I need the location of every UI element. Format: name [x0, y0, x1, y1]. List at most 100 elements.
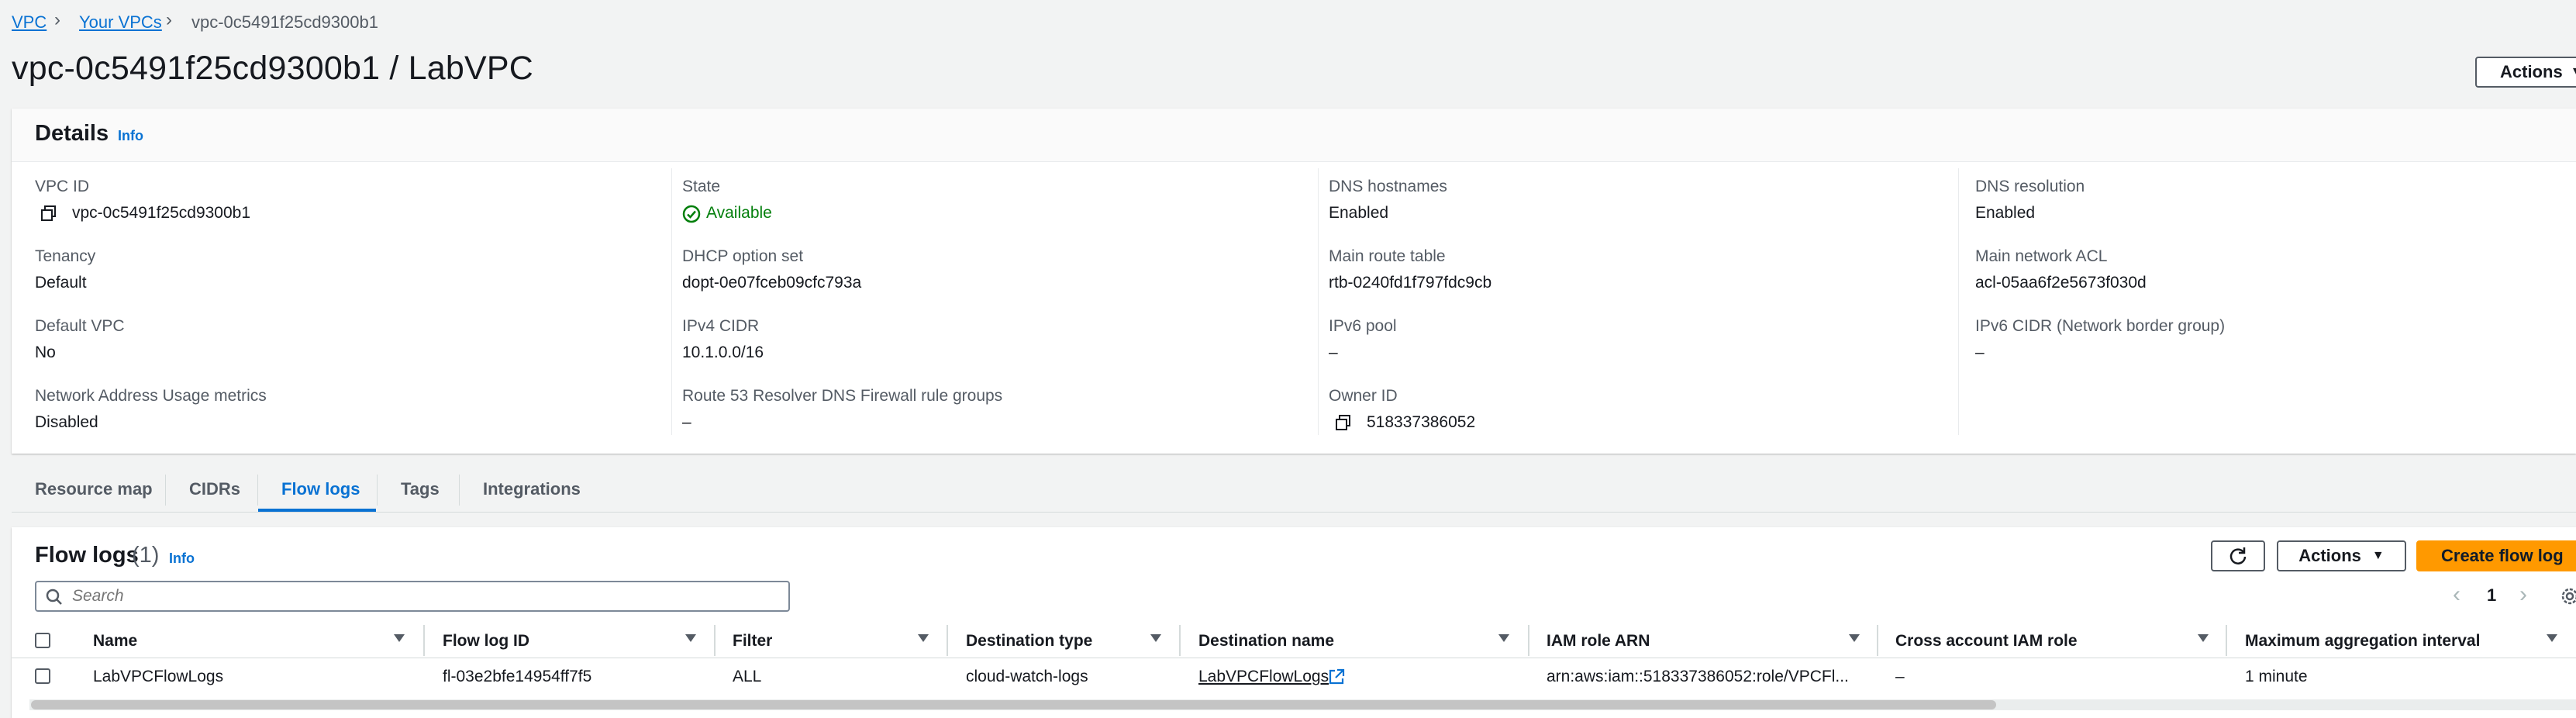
column-header-max-aggregation-interval[interactable]: Maximum aggregation interval — [2245, 632, 2480, 651]
column-divider — [1958, 168, 1959, 435]
column-divider[interactable] — [1528, 625, 1529, 656]
column-divider[interactable] — [714, 625, 716, 656]
search-icon — [46, 589, 62, 605]
dns-hostnames-value: Enabled — [1329, 204, 1389, 222]
dhcp-link[interactable]: dopt-0e07fceb09cfc793a — [682, 274, 861, 292]
column-header-iam-role-arn[interactable]: IAM role ARN — [1547, 632, 1650, 651]
flow-logs-count: (1) — [132, 543, 160, 568]
details-panel — [12, 109, 2576, 454]
chevron-right-icon[interactable]: › — [2519, 582, 2527, 608]
owner-id-label: Owner ID — [1329, 387, 1398, 405]
tab-cidrs[interactable]: CIDRs — [189, 479, 240, 499]
search-box[interactable] — [35, 581, 790, 612]
sort-icon[interactable] — [685, 634, 696, 642]
flow-logs-info-link[interactable]: Info — [169, 551, 195, 567]
nau-metrics-value: Disabled — [35, 413, 98, 431]
ipv6-cidr-label: IPv6 CIDR (Network border group) — [1975, 317, 2226, 335]
tabs-bottom-border — [12, 512, 2576, 513]
cell-filter: ALL — [733, 668, 762, 685]
tab-divider — [257, 475, 258, 506]
ipv4-cidr-label: IPv4 CIDR — [682, 317, 760, 335]
refresh-button[interactable] — [2211, 540, 2265, 571]
cell-destination-type: cloud-watch-logs — [966, 668, 1088, 685]
sort-icon[interactable] — [2547, 634, 2557, 642]
column-divider[interactable] — [1179, 625, 1181, 656]
flow-logs-actions-button[interactable]: Actions ▼ — [2277, 540, 2406, 571]
settings-icon[interactable] — [2560, 586, 2576, 606]
default-vpc-label: Default VPC — [35, 317, 125, 335]
owner-id-value: 518337386052 — [1367, 413, 1476, 431]
vpc-id-value: vpc-0c5491f25cd9300b1 — [72, 204, 251, 222]
column-header-cross-account-iam-role[interactable]: Cross account IAM role — [1895, 632, 2078, 651]
sort-icon[interactable] — [1849, 634, 1860, 642]
ipv4-cidr-value: 10.1.0.0/16 — [682, 343, 764, 361]
nau-metrics-label: Network Address Usage metrics — [35, 387, 267, 405]
main-acl-label: Main network ACL — [1975, 247, 2108, 265]
dns-resolution-label: DNS resolution — [1975, 178, 2085, 195]
column-divider[interactable] — [1877, 625, 1878, 656]
vpc-id-label: VPC ID — [35, 178, 90, 195]
copy-icon[interactable] — [1335, 414, 1352, 431]
sort-icon[interactable] — [394, 634, 405, 642]
ipv6-pool-value: – — [1329, 343, 1338, 361]
chevron-right-icon: › — [54, 9, 60, 30]
route53-label: Route 53 Resolver DNS Firewall rule grou… — [682, 387, 1003, 405]
column-divider[interactable] — [947, 625, 948, 656]
dhcp-label: DHCP option set — [682, 247, 804, 265]
cell-iam-role-arn: arn:aws:iam::518337386052:role/VPCFl... — [1547, 668, 1849, 685]
search-input[interactable] — [71, 585, 771, 608]
details-header — [12, 109, 2576, 162]
tenancy-label: Tenancy — [35, 247, 96, 265]
tab-divider — [459, 475, 460, 506]
cell-flow-log-id: fl-03e2bfe14954ff7f5 — [443, 668, 592, 685]
column-header-name[interactable]: Name — [93, 632, 137, 651]
create-flow-log-label: Create flow log — [2441, 546, 2564, 565]
tab-resource-map[interactable]: Resource map — [35, 479, 153, 499]
details-info-link[interactable]: Info — [118, 128, 143, 144]
sort-icon[interactable] — [918, 634, 929, 642]
ipv6-pool-label: IPv6 pool — [1329, 317, 1397, 335]
horizontal-scrollbar-thumb[interactable] — [31, 700, 1996, 709]
cell-max-aggregation-interval: 1 minute — [2245, 668, 2308, 685]
cell-destination-name-link[interactable]: LabVPCFlowLogs — [1198, 668, 1329, 686]
tab-integrations[interactable]: Integrations — [483, 479, 581, 499]
breadcrumb-current: vpc-0c5491f25cd9300b1 — [191, 12, 378, 32]
refresh-icon — [2229, 547, 2247, 564]
create-flow-log-button[interactable]: Create flow log — [2416, 540, 2576, 571]
main-acl-link[interactable]: acl-05aa6f2e5673f030d — [1975, 274, 2147, 292]
external-link-icon[interactable] — [1328, 668, 1345, 685]
page-number[interactable]: 1 — [2487, 585, 2496, 606]
row-checkbox[interactable] — [35, 668, 50, 684]
tenancy-value: Default — [35, 274, 87, 292]
state-value: Available — [706, 204, 772, 222]
column-header-destination-type[interactable]: Destination type — [966, 632, 1092, 651]
sort-icon[interactable] — [1498, 634, 1509, 642]
breadcrumb-vpc[interactable]: VPC — [12, 12, 47, 33]
header-actions-button[interactable]: Actions ▼ — [2475, 57, 2576, 88]
flow-logs-title: Flow logs — [35, 543, 139, 568]
column-header-filter[interactable]: Filter — [733, 632, 772, 651]
page-title: vpc-0c5491f25cd9300b1 / LabVPC — [12, 50, 533, 87]
status-available-icon — [682, 205, 701, 223]
column-divider[interactable] — [423, 625, 425, 656]
dns-hostnames-label: DNS hostnames — [1329, 178, 1447, 195]
column-header-flow-log-id[interactable]: Flow log ID — [443, 632, 529, 651]
tab-flow-logs[interactable]: Flow logs — [281, 479, 360, 499]
default-vpc-value: No — [35, 343, 56, 361]
details-title: Details — [35, 121, 109, 146]
header-actions-label: Actions — [2500, 62, 2563, 81]
column-divider — [1318, 168, 1319, 435]
breadcrumb-your-vpcs[interactable]: Your VPCs — [79, 12, 162, 33]
main-route-table-link[interactable]: rtb-0240fd1f797fdc9cb — [1329, 274, 1491, 292]
sort-icon[interactable] — [1150, 634, 1161, 642]
cell-name: LabVPCFlowLogs — [93, 668, 224, 685]
copy-icon[interactable] — [40, 205, 57, 222]
column-divider[interactable] — [2226, 625, 2227, 656]
chevron-right-icon: › — [166, 9, 172, 30]
dns-resolution-value: Enabled — [1975, 204, 2036, 222]
select-all-checkbox[interactable] — [35, 633, 50, 648]
chevron-left-icon[interactable]: ‹ — [2453, 582, 2460, 608]
column-header-destination-name[interactable]: Destination name — [1198, 632, 1334, 651]
tab-tags[interactable]: Tags — [401, 479, 440, 499]
sort-icon[interactable] — [2198, 634, 2209, 642]
